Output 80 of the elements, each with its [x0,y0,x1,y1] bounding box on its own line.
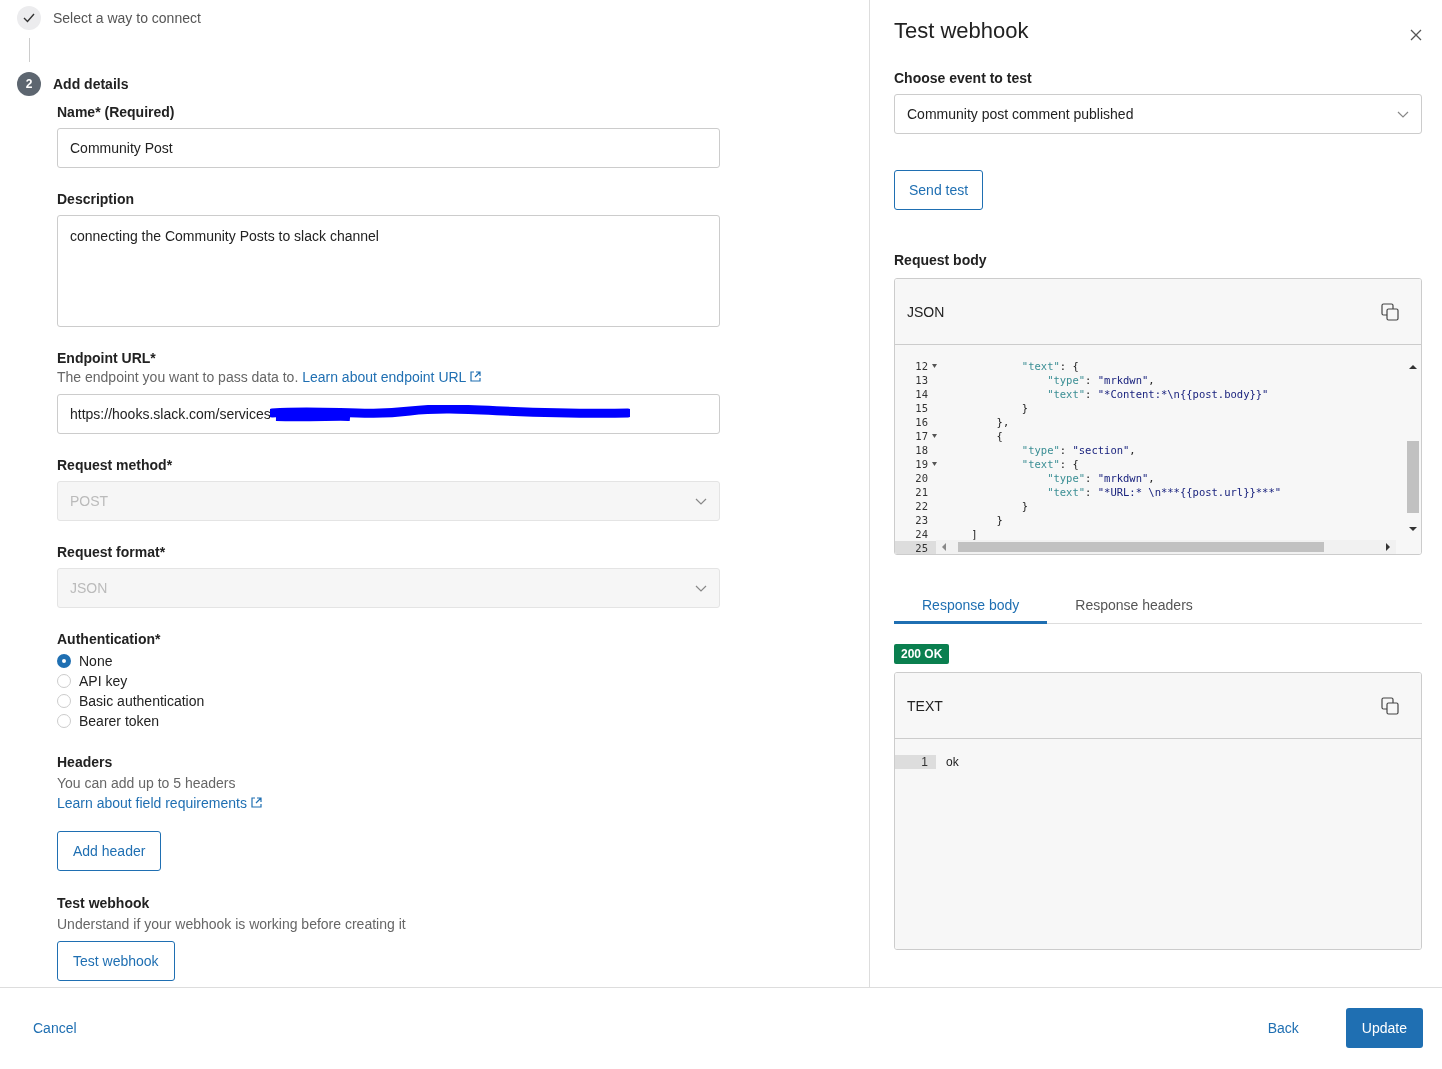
code-line: "type": "mrkdwn", [1046,471,1155,485]
cancel-button[interactable]: Cancel [20,1014,90,1042]
field-label: Description [57,191,135,207]
external-link-icon [470,371,482,382]
code-line: { [995,429,1003,443]
line-number: 13 [914,373,929,387]
section-title: Test webhook [57,895,151,911]
field-label: Request body [894,252,988,268]
code-line: "text": "*Content:*\n{{post.body}}" [1046,387,1269,401]
format-label: TEXT [907,697,943,714]
field-label: Endpoint URL* [57,350,157,366]
line-number: 15 [914,401,929,415]
line-number: 16 [914,415,929,429]
fold-caret-icon[interactable] [932,434,937,438]
code-line: "text": { [1020,457,1079,471]
code-line: "type": "mrkdwn", [1046,373,1155,387]
chevron-down-icon [695,584,707,592]
line-number: 14 [914,387,929,401]
line-number: 18 [914,443,929,457]
code-line: "text": "*URL:* \n***{{post.url}}***" [1046,485,1282,499]
copy-icon[interactable] [1381,696,1399,715]
line-number: 23 [914,513,929,527]
add-header-button[interactable]: Add header [57,831,162,871]
send-test-button[interactable]: Send test [894,170,984,210]
description-field[interactable]: connecting the Community Posts to slack channel [57,215,720,327]
code-line: } [1020,499,1029,513]
test-webhook-button[interactable]: Test webhook [57,941,175,981]
code-line: ] [970,527,978,541]
line-number: 24 [914,527,929,541]
copy-icon[interactable] [1381,302,1399,321]
format-label: JSON [907,303,945,320]
code-line: } [1020,401,1029,415]
help-text: Understand if your webhook is working before creating it [57,915,407,933]
line-number: 19 [895,457,936,471]
endpoint-link[interactable]: Learn about endpoint URL [302,369,482,385]
panel-title: Test webhook [894,18,1029,44]
line-number: 20 [914,471,929,485]
step-label: Select a way to connect [53,10,201,26]
field-label: Choose event to test [894,70,1033,86]
back-button[interactable]: Back [1254,1014,1312,1042]
field-label: Request format* [57,544,167,560]
chevron-down-icon [695,497,707,505]
event-select[interactable]: Community post comment published [894,94,1422,134]
step-number: 2 [17,72,41,96]
endpoint-url-field[interactable]: https://hooks.slack.com/services [57,394,720,434]
code-line: ok [945,755,959,769]
name-field[interactable]: Community Post [57,128,720,168]
radio-label: None [79,653,113,669]
radio-label: API key [79,673,128,689]
requirements-link[interactable]: Learn about field requirements [57,795,262,811]
code-line: }, [995,415,1010,429]
fold-caret-icon[interactable] [932,462,937,466]
update-button[interactable]: Update [1345,1008,1423,1048]
field-label: Authentication* [57,631,162,647]
field-label: Name* (Required) [57,104,176,120]
help-text: You can add up to 5 headers [57,774,237,792]
help-text: The endpoint you want to pass data to. [57,369,299,385]
line-number: 1 [895,755,936,769]
code-line: "type": "section", [1020,443,1136,457]
section-title: Headers [57,754,114,770]
line-number: 12 [895,359,936,373]
radio-label: Bearer token [79,713,160,729]
radio-button[interactable] [57,654,71,668]
close-icon[interactable] [1410,29,1422,41]
field-label: Request method* [57,457,174,473]
code-line: } [995,513,1003,527]
line-number: 21 [914,485,929,499]
line-number: 22 [914,499,929,513]
chevron-down-icon [1397,110,1409,118]
fold-caret-icon[interactable] [932,364,937,368]
code-line: "text": { [1020,359,1079,373]
external-link-icon [250,797,262,808]
tab[interactable]: Response body [894,597,1048,624]
status-badge: 200 OK [894,644,950,664]
tab[interactable]: Response headers [1047,597,1221,624]
line-number: 17 [895,429,936,443]
step-label: Add details [53,76,129,92]
horizontal-scrollbar[interactable] [936,540,1396,554]
radio-label: Basic authentication [79,693,205,709]
line-number: 25 [895,541,936,554]
